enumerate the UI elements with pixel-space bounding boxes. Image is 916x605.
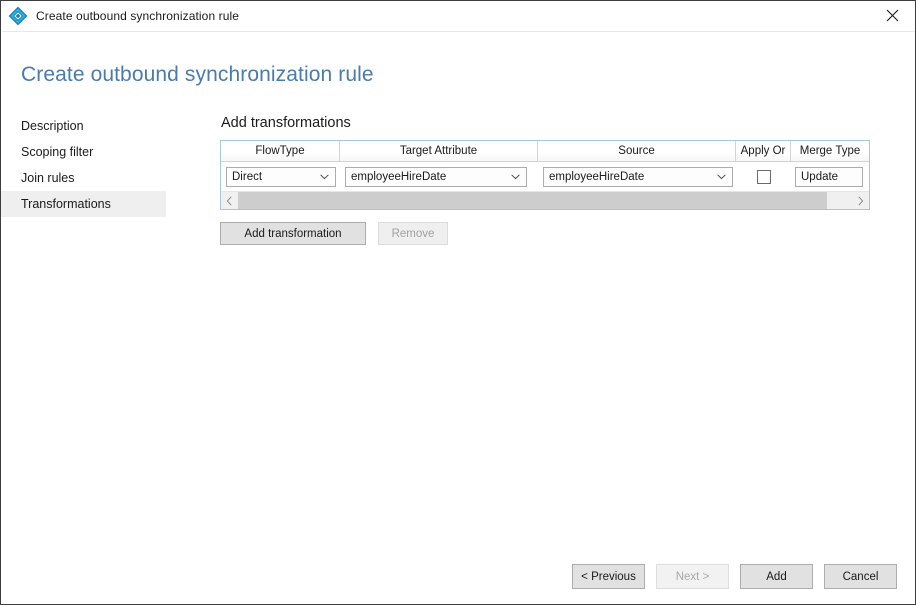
merge-type-dropdown[interactable]: Update: [795, 166, 863, 187]
sidebar-item-transformations[interactable]: Transformations: [1, 191, 166, 217]
grid-header-row: FlowType Target Attribute Source Apply O…: [221, 141, 869, 162]
apply-once-checkbox[interactable]: [756, 169, 771, 184]
transformations-grid: FlowType Target Attribute Source Apply O…: [220, 140, 870, 210]
column-header-label: Apply Or: [740, 145, 786, 157]
grid-action-buttons: Add transformation Remove: [220, 222, 870, 245]
previous-button[interactable]: < Previous: [572, 564, 645, 589]
cell-flowtype: Direct: [221, 162, 340, 191]
column-header-flowtype[interactable]: FlowType: [221, 141, 340, 161]
column-header-merge-type[interactable]: Merge Type: [791, 141, 869, 161]
main-content: Add transformations FlowType Target Attr…: [220, 115, 870, 245]
scroll-thumb[interactable]: [238, 192, 828, 209]
wizard-footer: < Previous Next > Add Cancel: [572, 564, 897, 589]
sidebar-item-label: Join rules: [21, 171, 75, 185]
title-separator: [2, 31, 915, 32]
diamond-rule-icon: [8, 6, 28, 26]
column-header-label: Target Attribute: [399, 145, 478, 157]
scroll-left-button[interactable]: [221, 192, 238, 209]
target-attribute-value: employeeHireDate: [351, 170, 447, 183]
table-row: Direct employeeHireDate employeeHireDate…: [221, 162, 869, 191]
column-header-label: FlowType: [255, 145, 305, 157]
chevron-down-icon: [717, 173, 726, 179]
sidebar-item-label: Scoping filter: [21, 145, 94, 159]
add-button[interactable]: Add: [740, 564, 813, 589]
cell-source: employeeHireDate: [538, 162, 736, 191]
scroll-right-button[interactable]: [852, 192, 869, 209]
dialog-window: Create outbound synchronization rule Cre…: [0, 0, 916, 605]
column-header-apply-once[interactable]: Apply Or: [736, 141, 791, 161]
remove-button[interactable]: Remove: [378, 222, 448, 245]
flowtype-value: Direct: [232, 170, 263, 183]
column-header-label: Merge Type: [799, 145, 861, 157]
sidebar-item-label: Transformations: [21, 197, 111, 211]
title-bar: Create outbound synchronization rule: [1, 1, 915, 31]
cell-target-attribute: employeeHireDate: [340, 162, 538, 191]
target-attribute-dropdown[interactable]: employeeHireDate: [345, 166, 527, 187]
cell-apply-once: [736, 162, 791, 191]
column-header-target-attribute[interactable]: Target Attribute: [340, 141, 538, 161]
scroll-track[interactable]: [238, 192, 852, 209]
cell-merge-type: Update: [791, 162, 869, 191]
close-icon: [886, 9, 899, 22]
cancel-button[interactable]: Cancel: [824, 564, 897, 589]
column-header-source[interactable]: Source: [538, 141, 736, 161]
next-button[interactable]: Next >: [656, 564, 729, 589]
wizard-step-nav: Description Scoping filter Join rules Tr…: [1, 113, 201, 217]
flowtype-dropdown[interactable]: Direct: [226, 166, 336, 187]
chevron-down-icon: [320, 173, 329, 179]
close-button[interactable]: [870, 1, 915, 30]
source-value: employeeHireDate: [549, 170, 645, 183]
column-header-label: Source: [618, 145, 655, 157]
grid-horizontal-scrollbar[interactable]: [221, 191, 869, 209]
source-dropdown[interactable]: employeeHireDate: [543, 166, 733, 187]
window-title: Create outbound synchronization rule: [36, 9, 240, 23]
sidebar-item-label: Description: [21, 119, 84, 133]
page-title: Create outbound synchronization rule: [21, 63, 374, 86]
add-transformation-button[interactable]: Add transformation: [220, 222, 366, 245]
sidebar-item-description[interactable]: Description: [1, 113, 201, 139]
chevron-left-icon: [226, 195, 232, 206]
sidebar-item-join-rules[interactable]: Join rules: [1, 165, 201, 191]
section-title: Add transformations: [221, 115, 351, 131]
sidebar-item-scoping-filter[interactable]: Scoping filter: [1, 139, 201, 165]
chevron-right-icon: [858, 195, 864, 206]
chevron-down-icon: [511, 173, 520, 179]
merge-type-value: Update: [801, 170, 839, 183]
